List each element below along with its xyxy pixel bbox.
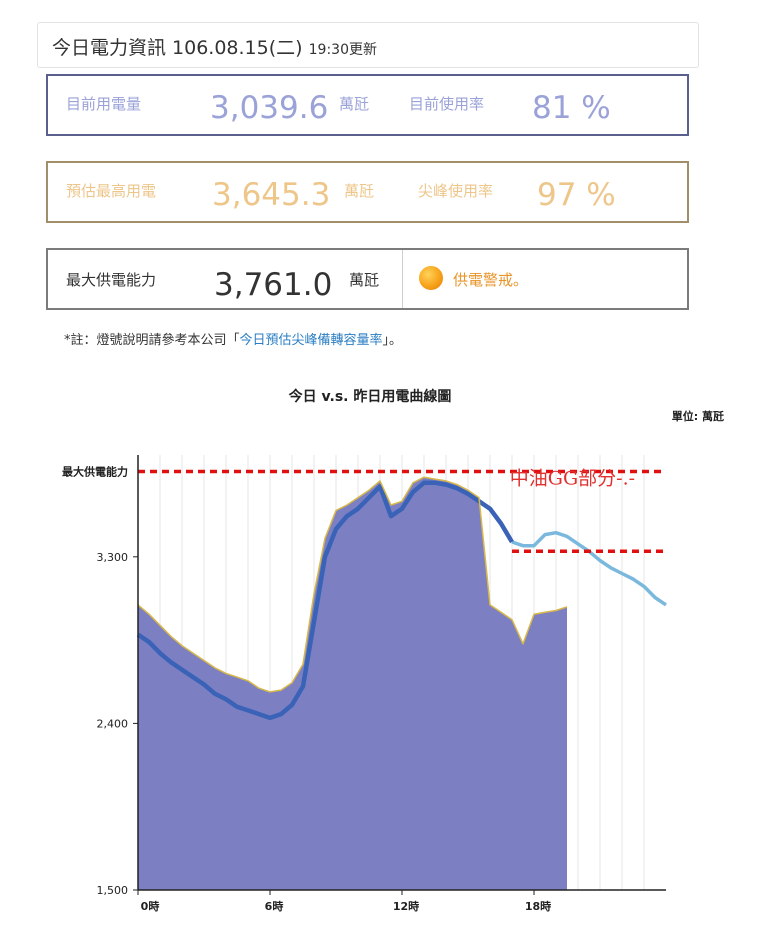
y-tick-label: 3,300 xyxy=(97,551,129,564)
x-tick-label: 6時 xyxy=(265,899,284,913)
chart-annotation: 中油GG部分-.- xyxy=(510,468,635,490)
y-tick-label: 1,500 xyxy=(97,884,129,897)
x-tick-label: 18時 xyxy=(525,899,551,913)
x-tick-label: 12時 xyxy=(393,899,419,913)
yesterday-line-later xyxy=(511,530,667,607)
y-tick-label: 2,400 xyxy=(97,717,129,730)
power-usage-chart: 1,500 2,400 3,300 最大供電能力 0時 6時 12時 18時 中油GG部分-.- xyxy=(62,455,667,913)
x-tick-label: 0時 xyxy=(141,899,160,913)
max-supply-axis-label: 最大供電能力 xyxy=(62,464,128,478)
